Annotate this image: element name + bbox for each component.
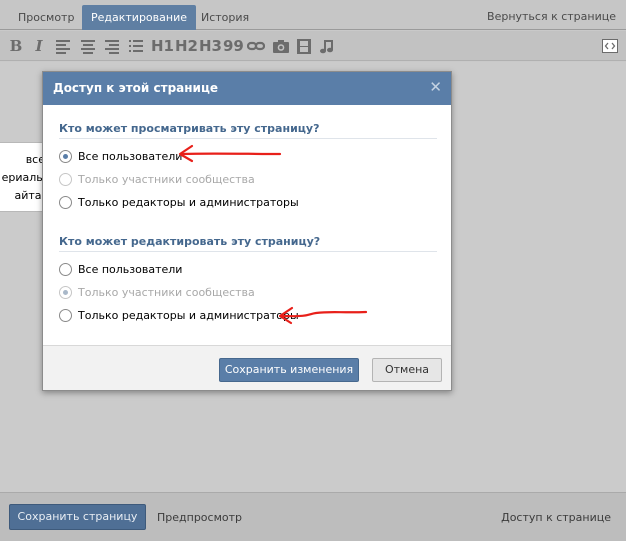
save-page-button[interactable]: Сохранить страницу [9,504,146,530]
align-right-icon[interactable] [105,37,119,55]
bottom-bar: Сохранить страницу Предпросмотр Доступ к… [0,492,626,541]
radio-button[interactable] [59,150,72,163]
edit-section-title: Кто может редактировать эту страницу? [59,235,321,248]
section-divider [59,138,437,139]
audio-icon[interactable] [320,37,334,55]
radio-button[interactable] [59,286,72,299]
annotation-arrow-icon [178,144,282,163]
tab-view[interactable]: Просмотр [9,5,83,30]
radio-button[interactable] [59,263,72,276]
radio-label: Только редакторы и администраторы [78,196,299,209]
dialog-title: Доступ к этой странице [53,81,218,95]
section-divider [59,251,437,252]
save-changes-button[interactable]: Сохранить изменения [219,358,359,382]
preview-link[interactable]: Предпросмотр [157,511,242,524]
tab-edit[interactable]: Редактирование [82,5,196,30]
radio-label: Все пользователи [78,150,183,163]
heading1-button[interactable]: H1 [151,37,174,55]
source-icon[interactable] [602,37,618,55]
access-dialog: Доступ к этой странице ✕ Кто может просм… [42,71,452,391]
bold-button[interactable]: B [9,37,23,55]
radio-button[interactable] [59,196,72,209]
radio-label: Все пользователи [78,263,183,276]
cancel-button[interactable]: Отмена [372,358,442,382]
list-icon[interactable] [129,37,143,55]
radio-button[interactable] [59,173,72,186]
back-to-page-link[interactable]: Вернуться к странице [487,10,616,23]
annotation-arrow-icon [278,306,368,325]
link-icon[interactable] [247,37,265,55]
close-icon[interactable]: ✕ [429,78,442,96]
radio-label: Только участники сообщества [78,173,255,186]
page-access-link[interactable]: Доступ к странице [501,511,611,524]
italic-button[interactable]: I [33,37,45,55]
photo-icon[interactable] [272,37,290,55]
radio-button[interactable] [59,309,72,322]
tab-history[interactable]: История [192,5,258,30]
tab-bar: Просмотр Редактирование История Вернутьс… [0,0,626,30]
view-section-title: Кто может просматривать эту страницу? [59,122,320,135]
align-center-icon[interactable] [81,37,95,55]
heading2-button[interactable]: H2 [175,37,198,55]
radio-label: Только участники сообщества [78,286,255,299]
video-icon[interactable] [296,37,312,55]
radio-label: Только редакторы и администраторы [78,309,299,322]
heading3-button[interactable]: H3 [199,37,222,55]
dialog-footer: Сохранить изменения Отмена [43,345,451,390]
dialog-header: Доступ к этой странице ✕ [43,72,451,105]
quote-button[interactable]: 99 [223,37,244,55]
editor-toolbar: B I H1 H2 H3 99 [0,31,626,61]
align-left-icon[interactable] [56,37,70,55]
